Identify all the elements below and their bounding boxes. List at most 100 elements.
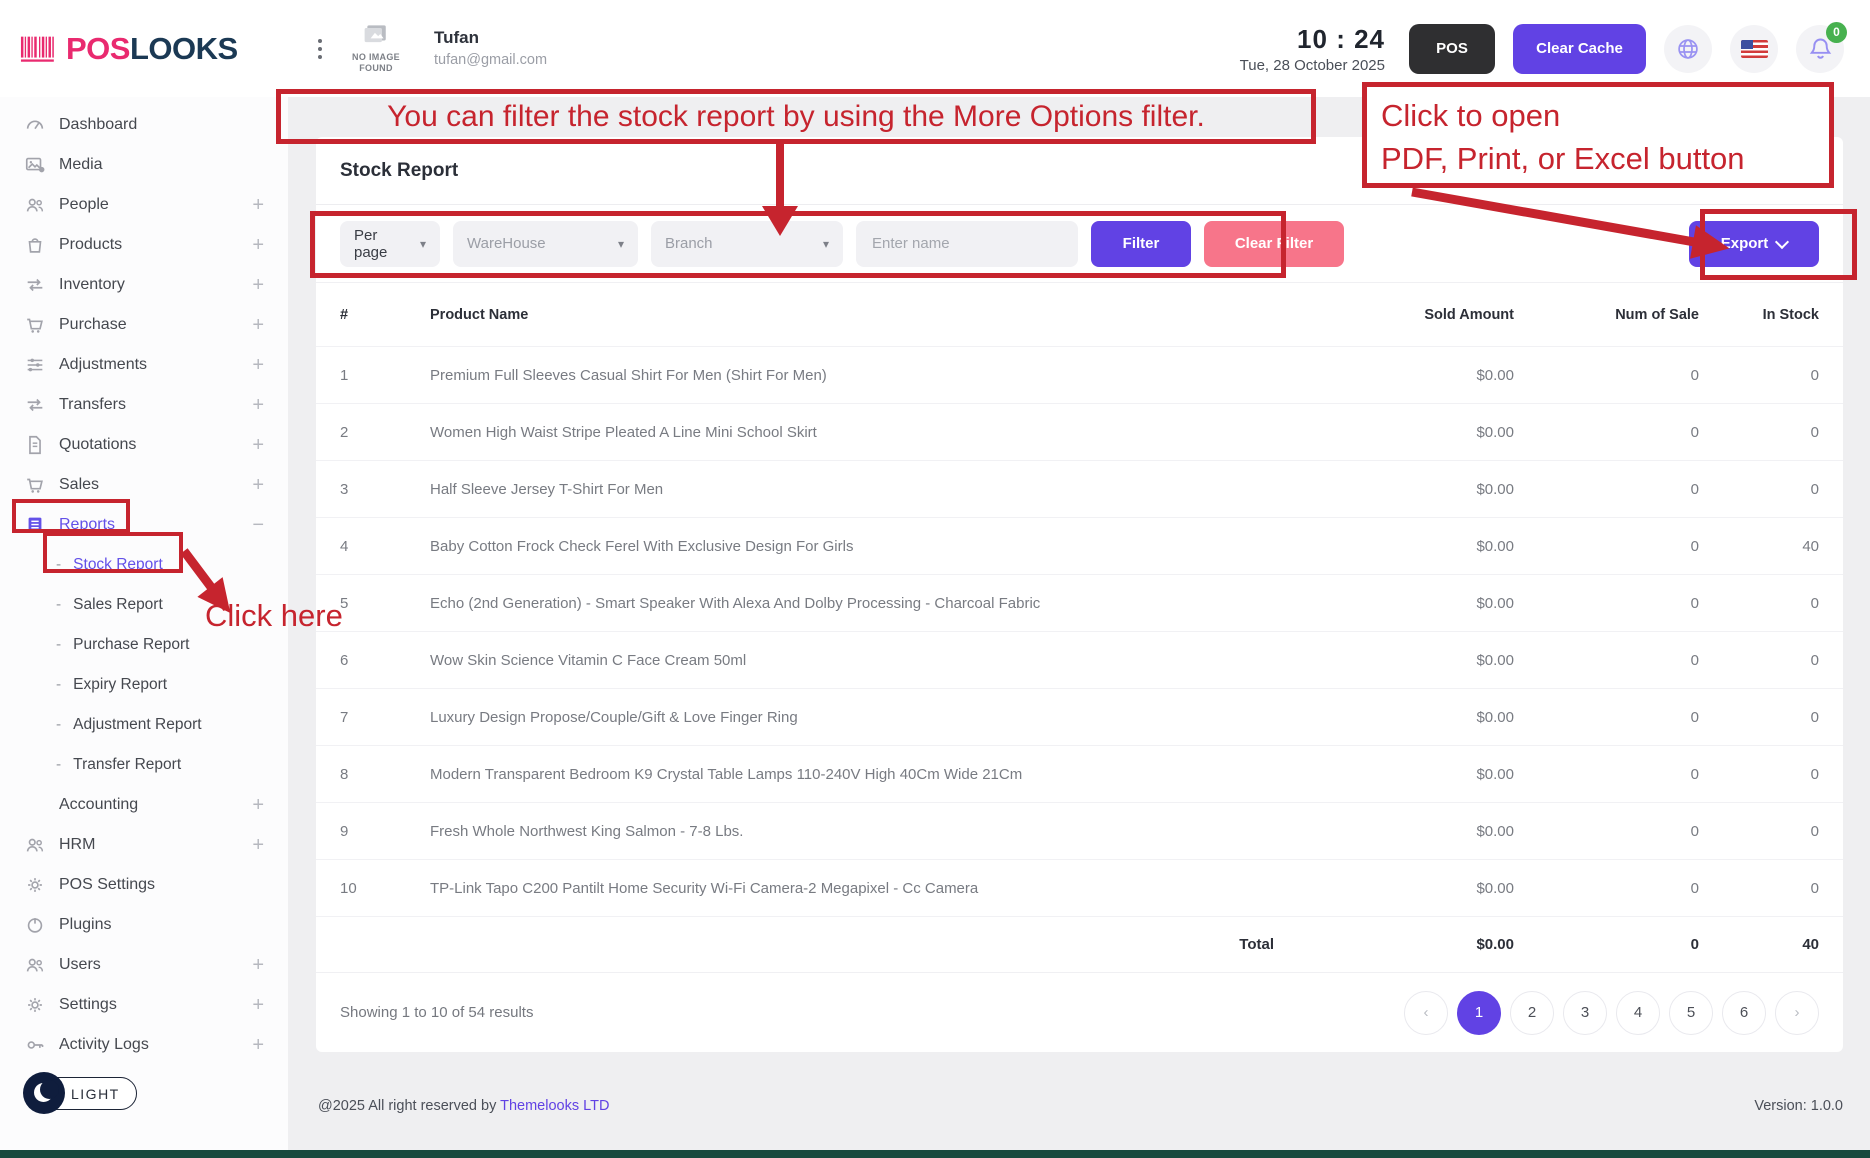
table-header: # Product Name Sold Amount Num of Sale I… [316,283,1843,346]
sidebar-item-dashboard[interactable]: Dashboard [0,105,288,145]
sidebar-item-purchase[interactable]: Purchase+ [0,305,288,345]
sidebar-item-transfer-report[interactable]: -Transfer Report [0,745,288,785]
sidebar-item-pos-settings[interactable]: POS Settings [0,865,288,905]
sidebar-item-accounting[interactable]: Accounting+ [0,785,288,825]
table-row: 5Echo (2nd Generation) - Smart Speaker W… [316,574,1843,631]
no-image-icon [363,23,389,45]
sidebar-item-hrm[interactable]: HRM+ [0,825,288,865]
filter-bar: Per page ▾ WareHouse ▾ Branch ▾ Filter C… [316,205,1843,283]
theme-toggle[interactable]: LIGHT [30,1077,137,1110]
chevron-down-icon [1775,234,1789,248]
people-icon [24,194,46,216]
sidebar-item-products[interactable]: Products+ [0,225,288,265]
sidebar-collapse-menu-icon[interactable] [312,33,328,65]
sidebar-item-transfers[interactable]: Transfers+ [0,385,288,425]
copyright-text: @2025 All right reserved by Themelooks L… [318,1098,609,1114]
gear-icon [24,994,46,1016]
sidebar-item-sales[interactable]: Sales+ [0,465,288,505]
sidebar-item-activity-logs[interactable]: Activity Logs+ [0,1025,288,1065]
page-button-5[interactable]: 5 [1669,991,1713,1035]
chevron-down-icon: ▾ [823,237,829,251]
export-button[interactable]: Export [1689,221,1819,267]
next-page-button[interactable]: › [1775,991,1819,1035]
annotation-export-note: Click to open PDF, Print, or Excel butto… [1362,82,1834,188]
gear-icon [24,874,46,896]
chevron-down-icon: ▾ [420,237,426,251]
language-globe-button[interactable] [1664,25,1712,73]
annotation-click-here: Click here [205,598,343,634]
sidebar-item-plugins[interactable]: Plugins [0,905,288,945]
media-icon [24,154,46,176]
sidebar-item-settings[interactable]: Settings+ [0,985,288,1025]
stock-report-card: Stock Report Per page ▾ WareHouse ▾ Bran… [316,137,1843,1052]
page-button-3[interactable]: 3 [1563,991,1607,1035]
sidebar-item-users[interactable]: Users+ [0,945,288,985]
plug-icon [24,914,46,936]
blank-icon [24,794,46,816]
sidebar-item-people[interactable]: People+ [0,185,288,225]
clock-date: Tue, 28 October 2025 [1240,57,1385,74]
basket-icon [24,234,46,256]
document-icon [24,434,46,456]
notification-count-badge: 0 [1826,22,1847,43]
results-summary: Showing 1 to 10 of 54 results [340,1004,533,1021]
locale-flag-button[interactable] [1730,25,1778,73]
user-name: Tufan [434,26,547,50]
page-button-2[interactable]: 2 [1510,991,1554,1035]
sidebar-item-adjustment-report[interactable]: -Adjustment Report [0,705,288,745]
per-page-select[interactable]: Per page ▾ [340,221,440,267]
sidebar-item-adjustments[interactable]: Adjustments+ [0,345,288,385]
moon-icon [23,1072,65,1114]
key-icon [24,1034,46,1056]
sidebar-item-expiry-report[interactable]: -Expiry Report [0,665,288,705]
branch-select[interactable]: Branch ▾ [651,221,843,267]
total-num-of-sale: 0 [1514,936,1699,953]
us-flag-icon [1741,40,1768,58]
sidebar-item-media[interactable]: Media [0,145,288,185]
table-row: 2Women High Waist Stripe Pleated A Line … [316,403,1843,460]
no-image-label: NO IMAGE FOUND [344,52,408,75]
user-email: tufan@gmail.com [434,50,547,70]
app-logo[interactable]: POSLOOKS [20,31,312,67]
table-row: 4Baby Cotton Frock Check Ferel With Excl… [316,517,1843,574]
clock: 10 : 24 Tue, 28 October 2025 [1240,24,1385,74]
swap-arrows-icon [24,274,46,296]
sidebar-item-reports[interactable]: Reports− [0,505,288,545]
table-row: 10TP-Link Tapo C200 Pantilt Home Securit… [316,859,1843,916]
total-in-stock: 40 [1699,936,1819,953]
page-button-6[interactable]: 6 [1722,991,1766,1035]
product-name-input[interactable] [856,221,1078,267]
bottom-accent-bar [0,1150,1870,1158]
filter-button[interactable]: Filter [1091,221,1191,267]
company-link[interactable]: Themelooks LTD [500,1098,609,1114]
page-title: Stock Report [340,160,458,182]
pagination-row: Showing 1 to 10 of 54 results ‹ 1 2 3 4 … [316,972,1843,1052]
total-label: Total [430,936,1274,953]
page-button-1[interactable]: 1 [1457,991,1501,1035]
prev-page-button[interactable]: ‹ [1404,991,1448,1035]
gauge-icon [24,114,46,136]
clear-filter-button[interactable]: Clear Filter [1204,221,1344,267]
sidebar-item-quotations[interactable]: Quotations+ [0,425,288,465]
notifications-button[interactable]: 0 [1796,25,1844,73]
sidebar-item-inventory[interactable]: Inventory+ [0,265,288,305]
warehouse-select[interactable]: WareHouse ▾ [453,221,638,267]
table-row: 1Premium Full Sleeves Casual Shirt For M… [316,346,1843,403]
clear-cache-button[interactable]: Clear Cache [1513,24,1646,74]
sliders-icon [24,354,46,376]
user-avatar-placeholder[interactable]: NO IMAGE FOUND [344,23,408,75]
report-icon [24,514,46,536]
table-row: 3Half Sleeve Jersey T-Shirt For Men $0.0… [316,460,1843,517]
barcode-logo-icon [20,34,58,64]
table-total-row: Total $0.00 0 40 [316,916,1843,972]
user-info: Tufan tufan@gmail.com [434,26,547,70]
pos-button[interactable]: POS [1409,24,1495,74]
version-text: Version: 1.0.0 [1754,1098,1843,1114]
table-row: 6Wow Skin Science Vitamin C Face Cream 5… [316,631,1843,688]
chevron-down-icon: ▾ [618,237,624,251]
page-button-4[interactable]: 4 [1616,991,1660,1035]
sidebar-item-stock-report[interactable]: -Stock Report [0,545,288,585]
globe-icon [1675,36,1701,62]
swap-arrows-icon [24,394,46,416]
total-sold: $0.00 [1274,936,1514,953]
